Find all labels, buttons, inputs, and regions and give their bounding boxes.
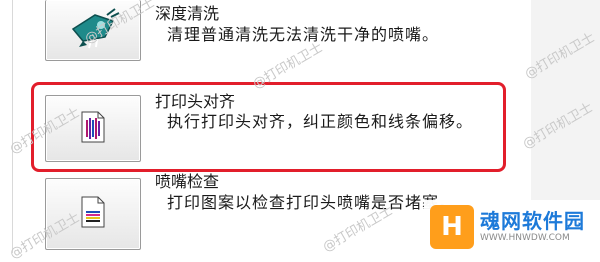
site-logo-icon: H xyxy=(430,204,474,249)
highlight-box xyxy=(31,82,506,172)
site-name: 魂网软件园 xyxy=(480,209,585,233)
site-badge: H 魂网软件园 WWW.HNWDW.COM xyxy=(424,200,600,253)
nozzle-check-icon xyxy=(80,196,106,232)
deep-cleaning-title: 深度清洗 xyxy=(155,4,220,23)
nozzle-check-title: 喷嘴检查 xyxy=(155,172,220,191)
site-logo-letter: H xyxy=(441,211,463,242)
site-url: WWW.HNWDW.COM xyxy=(480,233,570,243)
deep-cleaning-description: 清理普通清洗无法清洗干净的喷嘴。 xyxy=(167,25,440,44)
